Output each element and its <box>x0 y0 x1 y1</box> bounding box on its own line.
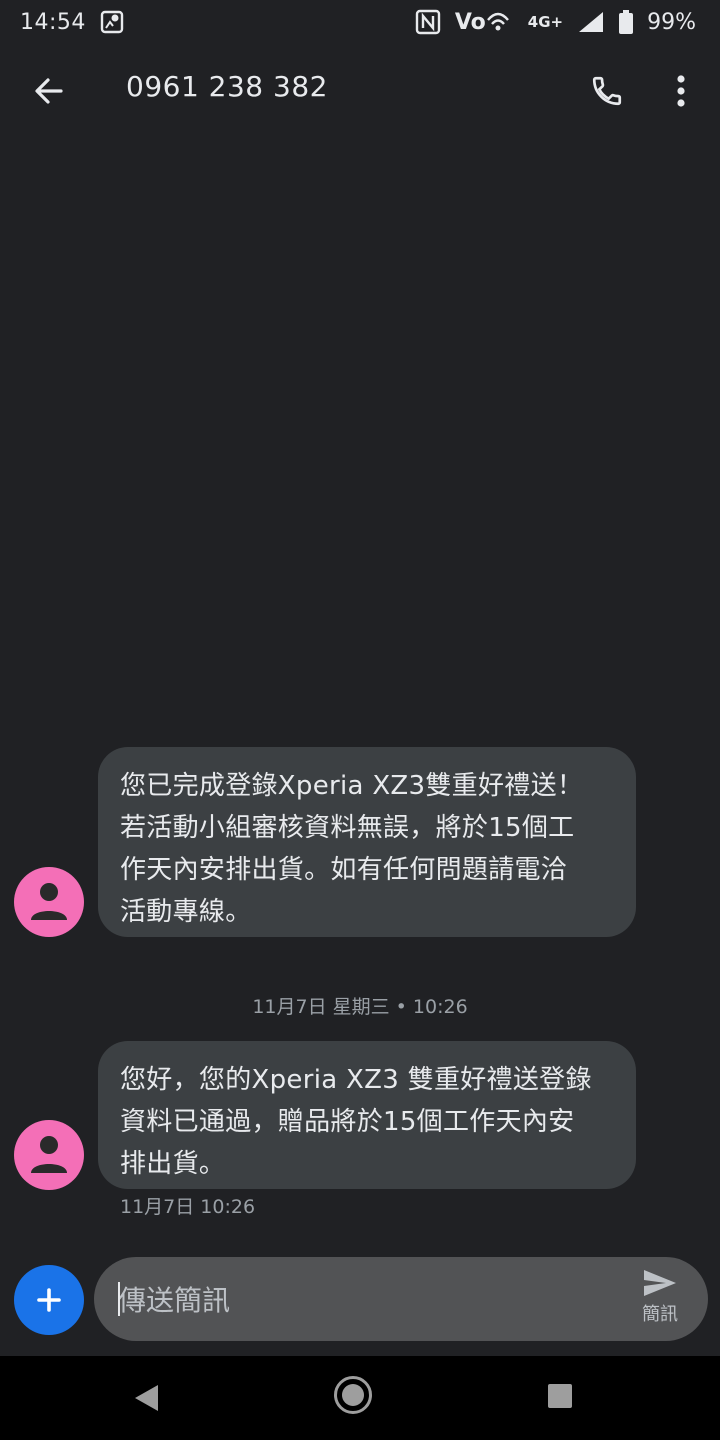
nav-back-button[interactable] <box>126 1378 166 1418</box>
app-bar: 0961 238 382 <box>0 44 720 140</box>
plus-icon <box>37 1288 61 1312</box>
date-divider: 11月7日 星期三 • 10:26 <box>252 996 468 1018</box>
nav-home-button[interactable] <box>332 1374 374 1416</box>
nfc-icon <box>415 9 441 35</box>
status-left: 14:54 <box>20 9 124 35</box>
message-line: 您好，您的Xperia XZ3 雙重好禮送登錄 <box>120 1065 592 1095</box>
back-button[interactable] <box>24 66 74 116</box>
back-arrow-icon <box>35 78 63 104</box>
volte-icon: Vo <box>455 10 514 35</box>
message-line: 排出貨。 <box>120 1149 226 1179</box>
status-right: Vo 4G+ 99% <box>415 9 696 35</box>
call-button[interactable] <box>582 66 632 116</box>
location-icon <box>100 9 124 35</box>
more-vert-icon <box>677 75 685 107</box>
battery-percent: 99% <box>647 9 696 35</box>
contact-avatar[interactable] <box>14 1120 84 1190</box>
system-nav-bar <box>0 1356 720 1440</box>
signal-icon <box>577 10 605 34</box>
message-line: 作天內安排出貨。如有任何問題請電洽 <box>120 855 568 885</box>
messaging-screen: 14:54 Vo 4G+ 99% 0961 238 382 您已完成登錄Xper… <box>0 0 720 1440</box>
add-attachment-button[interactable] <box>14 1265 84 1335</box>
status-bar: 14:54 Vo 4G+ 99% <box>0 0 720 44</box>
message-line: 活動專線。 <box>120 897 252 927</box>
message-timestamp: 11月7日 10:26 <box>120 1196 256 1218</box>
more-options-button[interactable] <box>656 66 706 116</box>
message-bubble[interactable]: 您已完成登錄Xperia XZ3雙重好禮送！ 若活動小組審核資料無誤，將於15個… <box>98 747 636 937</box>
network-type: 4G+ <box>528 13 563 31</box>
phone-icon <box>592 76 622 106</box>
message-line: 資料已通過，贈品將於15個工作天內安 <box>120 1107 575 1137</box>
contact-number-title: 0961 238 382 <box>126 70 328 103</box>
nav-recents-button[interactable] <box>546 1382 574 1410</box>
send-icon <box>644 1270 676 1296</box>
person-icon <box>31 883 67 920</box>
status-time: 14:54 <box>20 9 86 35</box>
message-line: 您已完成登錄Xperia XZ3雙重好禮送！ <box>120 771 584 801</box>
contact-avatar[interactable] <box>14 867 84 937</box>
message-input[interactable] <box>116 1257 620 1343</box>
nav-recents-icon <box>548 1384 572 1408</box>
send-sms-button[interactable]: 簡訊 <box>630 1268 690 1332</box>
nav-home-icon <box>334 1376 372 1414</box>
text-caret <box>118 1282 120 1316</box>
nav-back-icon <box>135 1385 158 1411</box>
compose-field[interactable] <box>94 1257 708 1343</box>
network-type-label: 4G+ <box>527 13 564 31</box>
battery-icon <box>619 10 634 34</box>
volte-label: Vo <box>454 9 486 35</box>
message-bubble[interactable]: 您好，您的Xperia XZ3 雙重好禮送登錄 資料已通過，贈品將於15個工作天… <box>98 1041 636 1189</box>
send-label: 簡訊 <box>642 1304 678 1325</box>
person-icon <box>31 1136 67 1173</box>
message-line: 若活動小組審核資料無誤，將於15個工 <box>120 813 575 843</box>
